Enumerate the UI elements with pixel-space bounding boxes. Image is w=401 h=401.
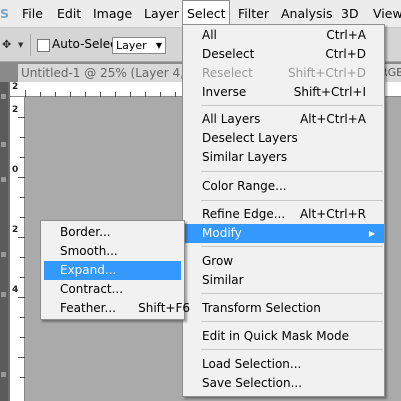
menu-item-refine-edge[interactable]: Refine Edge... Alt+Ctrl+R — [183, 205, 384, 224]
menu-layer[interactable]: Layer — [144, 0, 179, 27]
menu-item-all[interactable]: All Ctrl+A — [183, 26, 384, 45]
menu-select[interactable]: Select — [182, 0, 230, 27]
modify-submenu: Border... Smooth... Expand... Contract..… — [40, 220, 190, 320]
tools-panel — [0, 82, 8, 401]
ruler-label: 4 — [12, 285, 19, 295]
tool-icon[interactable] — [1, 292, 6, 297]
divider — [30, 34, 31, 56]
menu-item-save-selection[interactable]: Save Selection... — [183, 374, 384, 393]
menu-item-grow[interactable]: Grow — [183, 252, 384, 271]
submenu-item-smooth[interactable]: Smooth... — [44, 242, 181, 261]
menu-item-inverse[interactable]: Inverse Shift+Ctrl+I — [183, 83, 384, 102]
submenu-item-expand[interactable]: Expand... — [44, 261, 181, 280]
menu-separator — [201, 293, 383, 294]
menu-item-modify[interactable]: Modify ▶ — [183, 224, 384, 243]
dropdown-arrow-icon: ▼ — [155, 41, 162, 50]
menu-separator — [201, 200, 383, 201]
submenu-item-feather[interactable]: Feather... Shift+F6 — [44, 299, 190, 318]
menu-filter[interactable]: Filter — [238, 0, 269, 27]
auto-select-value: Layer — [116, 39, 147, 52]
tool-icon[interactable] — [1, 142, 6, 147]
menu-separator — [201, 349, 383, 350]
tool-icon[interactable] — [1, 252, 6, 257]
menu-item-all-layers[interactable]: All Layers Alt+Ctrl+A — [183, 110, 384, 129]
submenu-item-contract[interactable]: Contract... — [44, 280, 181, 299]
tool-icon[interactable] — [1, 94, 6, 99]
menu-analysis[interactable]: Analysis — [281, 0, 333, 27]
menu-edit[interactable]: Edit — [57, 0, 81, 27]
menu-item-quick-mask[interactable]: Edit in Quick Mask Mode — [183, 327, 384, 346]
menu-item-color-range[interactable]: Color Range... — [183, 177, 384, 196]
menu-separator — [201, 246, 383, 247]
document-tab[interactable]: Untitled-1 @ 25% (Layer 4, RGB — [18, 64, 188, 82]
auto-select-dropdown[interactable]: Layer ▼ — [112, 37, 166, 54]
auto-select-checkbox[interactable] — [37, 39, 50, 52]
menu-view[interactable]: View — [373, 0, 401, 27]
menu-item-reselect: Reselect Shift+Ctrl+D — [202, 66, 366, 80]
menu-3d[interactable]: 3D — [341, 0, 359, 27]
move-tool-icon[interactable]: ✥ — [2, 38, 11, 51]
menu-file[interactable]: File — [22, 0, 43, 27]
tool-icon[interactable] — [1, 372, 6, 377]
select-menu: All Ctrl+A Deselect Ctrl+D Reselect Shift+C… — [182, 24, 385, 397]
menu-item-similar[interactable]: Similar — [183, 271, 384, 290]
menu-item-similar-layers[interactable]: Similar Layers — [183, 148, 384, 167]
ruler-label: 0 — [12, 165, 19, 175]
app-logo: S — [0, 6, 10, 21]
menu-item-deselect[interactable]: Deselect Ctrl+D — [183, 45, 384, 64]
submenu-item-border[interactable]: Border... — [44, 223, 181, 242]
menu-item-transform-selection[interactable]: Transform Selection — [183, 299, 384, 318]
vertical-ruler: 2 0 2 4 — [10, 97, 25, 401]
chevron-down-icon[interactable]: ▼ — [18, 41, 23, 49]
menu-item-load-selection[interactable]: Load Selection... — [183, 355, 384, 374]
menu-image[interactable]: Image — [93, 0, 132, 27]
ruler-label: 2 — [12, 105, 19, 115]
tool-icon[interactable] — [1, 177, 6, 182]
menu-item-deselect-layers[interactable]: Deselect Layers — [183, 129, 384, 148]
ruler-label: 2 — [12, 225, 19, 235]
menu-separator — [201, 105, 383, 106]
ruler-label: 2 — [12, 82, 19, 92]
submenu-arrow-icon: ▶ — [368, 229, 375, 238]
menu-separator — [201, 321, 383, 322]
menu-separator — [201, 171, 383, 172]
